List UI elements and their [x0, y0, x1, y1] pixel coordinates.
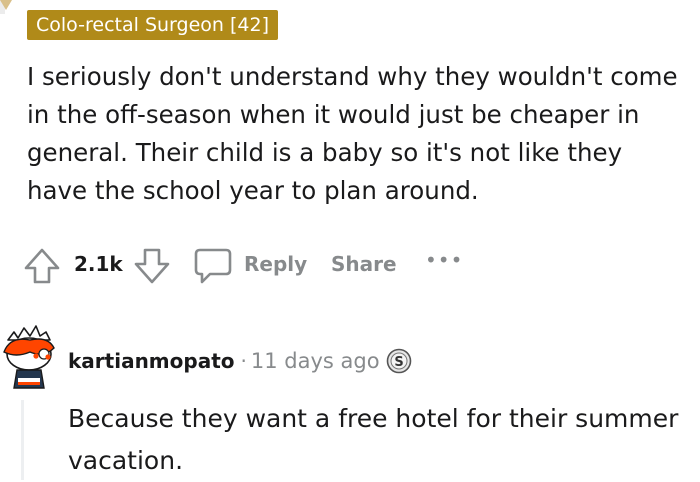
svg-text:S: S: [394, 355, 403, 370]
more-options-button[interactable]: •••: [425, 248, 463, 272]
silver-award-icon[interactable]: S: [386, 348, 412, 374]
snoo-avatar-icon[interactable]: [0, 318, 60, 390]
comment-bubble-icon[interactable]: [192, 244, 234, 288]
timestamp-link[interactable]: 11 days ago: [251, 349, 380, 373]
upvote-arrow-icon[interactable]: [22, 244, 62, 288]
avatar-fragment-icon: [0, 0, 12, 10]
comment-actions: 2.1k Reply Share •••: [22, 244, 582, 288]
reply-meta: kartianmopato · 11 days ago S: [68, 348, 412, 380]
username-link[interactable]: kartianmopato: [68, 349, 235, 373]
meta-separator: ·: [240, 349, 247, 373]
reply-thread-line[interactable]: [21, 400, 24, 480]
parent-comment-body: I seriously don't understand why they wo…: [27, 62, 678, 205]
downvote-arrow-icon[interactable]: [132, 244, 172, 288]
share-button[interactable]: Share: [331, 252, 397, 276]
user-flair: Colo-rectal Surgeon [42]: [27, 10, 278, 40]
reply-comment-body: Because they want a free hotel for their…: [68, 404, 679, 475]
vote-count: 2.1k: [74, 252, 123, 276]
reply-button[interactable]: Reply: [244, 252, 307, 276]
